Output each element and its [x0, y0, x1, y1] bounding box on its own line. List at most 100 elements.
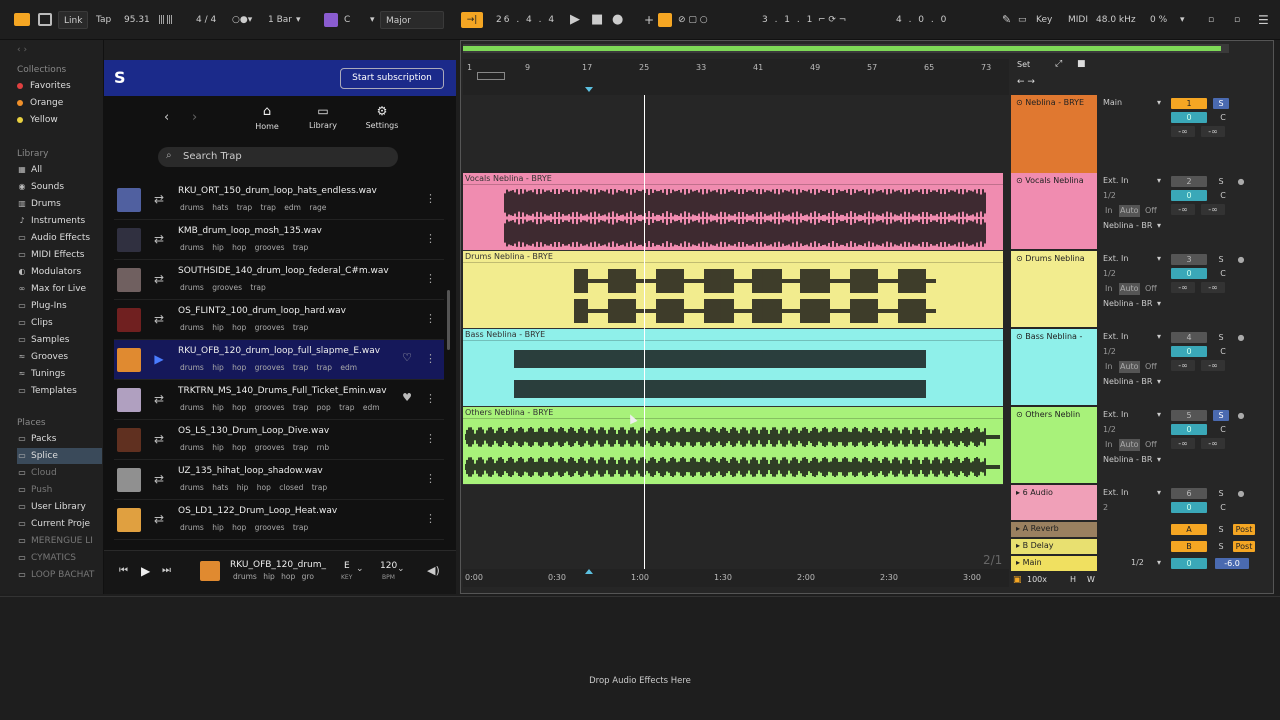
track-fold-icon[interactable]: ⊙: [1016, 332, 1025, 341]
monitor-off[interactable]: Off: [1145, 283, 1157, 295]
monitor-auto[interactable]: Auto: [1119, 361, 1140, 373]
input-select[interactable]: Ext. In: [1103, 331, 1128, 343]
top-pan[interactable]: 0: [1171, 112, 1207, 123]
track-header[interactable]: ⊙ Drums Neblina: [1011, 251, 1097, 327]
loop-length-field[interactable]: 4 . 0 . 0: [896, 11, 948, 29]
link-button[interactable]: Link: [58, 11, 89, 29]
clip-title-bar[interactable]: Vocals Neblina - BRYE: [463, 173, 1003, 185]
draw-mode-icon[interactable]: ✎: [1002, 11, 1011, 29]
more-icon[interactable]: ⋮: [425, 352, 436, 365]
library-item[interactable]: ▭ Templates: [17, 383, 102, 399]
arm-icon[interactable]: ●: [1235, 410, 1247, 421]
scrollbar[interactable]: [447, 290, 450, 350]
punch-in-icon[interactable]: ⌐ ⟳ ¬: [818, 11, 846, 29]
input-channel[interactable]: 1/2: [1103, 268, 1116, 280]
automation-arm-icon[interactable]: [658, 13, 672, 27]
return-a-header[interactable]: ▸ A Reverb: [1011, 522, 1097, 537]
track-fold-icon[interactable]: ⊙: [1016, 176, 1025, 185]
audio6-input-select[interactable]: Ext. In: [1103, 487, 1128, 499]
return-a-activator[interactable]: A: [1171, 524, 1207, 535]
top-send[interactable]: C: [1215, 112, 1231, 123]
track-header[interactable]: ⊙ Others Neblin: [1011, 407, 1097, 483]
place-item[interactable]: ▭ Push: [17, 482, 102, 498]
search-input[interactable]: Search Trap: [183, 151, 242, 162]
arm-icon[interactable]: ●: [1235, 332, 1247, 343]
library-item[interactable]: ≈ Tunings: [17, 366, 102, 382]
more-icon[interactable]: ⋮: [425, 392, 436, 405]
sample-row[interactable]: ⇄ UZ_135_hihat_loop_shadow.wav drums hats …: [114, 460, 444, 500]
output-route[interactable]: Neblina - BR: [1103, 376, 1152, 388]
main-header[interactable]: ▸ Main: [1011, 556, 1097, 571]
place-item[interactable]: ▭ CYMATICS: [17, 550, 102, 566]
input-chevron-icon[interactable]: ▾: [1157, 175, 1161, 187]
track-lane[interactable]: Others Neblina - BRYE: [463, 407, 1003, 485]
drop-effects-area[interactable]: Drop Audio Effects Here: [0, 676, 1280, 686]
library-item[interactable]: ◉ Sounds: [17, 179, 102, 195]
input-chevron-icon[interactable]: ▾: [1157, 409, 1161, 421]
audio6-solo[interactable]: S: [1213, 488, 1229, 499]
monitor-auto[interactable]: Auto: [1119, 439, 1140, 451]
track-send[interactable]: C: [1215, 190, 1231, 201]
key-root-chevron-icon[interactable]: ▾: [370, 11, 375, 29]
input-chevron-icon[interactable]: ▾: [1157, 331, 1161, 343]
more-icon[interactable]: ⋮: [425, 232, 436, 245]
volume-icon[interactable]: ◀): [427, 564, 440, 577]
loop-icon[interactable]: ⇄: [152, 272, 166, 286]
quantize-select[interactable]: 1 Bar: [268, 11, 292, 29]
track-send[interactable]: C: [1215, 424, 1231, 435]
overdub-icon[interactable]: +: [644, 11, 654, 29]
sample-row[interactable]: ⇄ SOUTHSIDE_140_drum_loop_federal_C#m.wav…: [114, 260, 444, 300]
library-item[interactable]: ▭ Samples: [17, 332, 102, 348]
library-item[interactable]: ♪ Instruments: [17, 213, 102, 229]
time-ruler[interactable]: 0:00 0:30 1:00 1:30 2:00 2:30 3:00: [463, 569, 1009, 587]
track-activator[interactable]: 5: [1171, 410, 1207, 421]
track-activator[interactable]: 3: [1171, 254, 1207, 265]
output-route[interactable]: Neblina - BR: [1103, 454, 1152, 466]
audio6-header[interactable]: ▸ 6 Audio: [1011, 485, 1097, 520]
w-button[interactable]: W: [1087, 575, 1095, 584]
monitor-off[interactable]: Off: [1145, 361, 1157, 373]
track-volume[interactable]: -∞: [1171, 438, 1195, 449]
place-item[interactable]: ▭ Packs: [17, 431, 102, 447]
track-pan[interactable]: 0: [1171, 268, 1207, 279]
return-a-post[interactable]: Post: [1233, 524, 1255, 535]
scale-icon[interactable]: [324, 13, 338, 27]
library-item[interactable]: ▭ Audio Effects: [17, 230, 102, 246]
collection-favorites[interactable]: Favorites: [17, 78, 102, 94]
place-item[interactable]: ▭ Cloud: [17, 465, 102, 481]
track-volume[interactable]: -∞: [1171, 282, 1195, 293]
collection-yellow[interactable]: Yellow: [17, 112, 102, 128]
key-root-select[interactable]: C: [344, 11, 350, 29]
key-map-button[interactable]: Key: [1036, 11, 1052, 29]
track-header[interactable]: ⊙ Bass Neblina -: [1011, 329, 1097, 405]
place-item[interactable]: ▭ MERENGUE LI: [17, 533, 102, 549]
nudge-icon[interactable]: ||| |||: [158, 11, 173, 29]
main-volume[interactable]: -6.0: [1215, 558, 1249, 569]
output-chevron-icon[interactable]: ▾: [1157, 376, 1161, 388]
input-select[interactable]: Ext. In: [1103, 253, 1128, 265]
time-signature-field[interactable]: 4 / 4: [196, 11, 216, 29]
return-b-solo[interactable]: S: [1213, 541, 1229, 552]
track-lane[interactable]: Drums Neblina - BRYE: [463, 251, 1003, 329]
midi-map-button[interactable]: MIDI: [1068, 11, 1088, 29]
solo-button[interactable]: S: [1213, 254, 1229, 265]
player-play-icon[interactable]: ▶: [141, 564, 150, 578]
loop-brace-icon[interactable]: [477, 72, 505, 80]
top-track-activator[interactable]: 1: [1171, 98, 1207, 109]
monitor-off[interactable]: Off: [1145, 439, 1157, 451]
start-subscription-button[interactable]: Start subscription: [340, 68, 444, 89]
follow-button[interactable]: →|: [461, 12, 483, 28]
loop-icon[interactable]: ⇄: [152, 392, 166, 406]
expand-icon[interactable]: ⤢: [1055, 59, 1062, 69]
more-icon[interactable]: ⋮: [425, 512, 436, 525]
more-icon[interactable]: ⋮: [425, 312, 436, 325]
next-icon[interactable]: ⏭: [162, 565, 171, 576]
player-key[interactable]: E: [344, 561, 350, 571]
settings-nav[interactable]: ⚙ Settings: [362, 104, 402, 130]
menu-icon[interactable]: ☰: [1258, 11, 1269, 29]
monitor-in[interactable]: In: [1105, 205, 1112, 217]
panel-toggle-icon[interactable]: [14, 13, 30, 26]
heart-icon[interactable]: ♥: [402, 391, 412, 404]
track-activator[interactable]: 4: [1171, 332, 1207, 343]
track-send[interactable]: C: [1215, 346, 1231, 357]
